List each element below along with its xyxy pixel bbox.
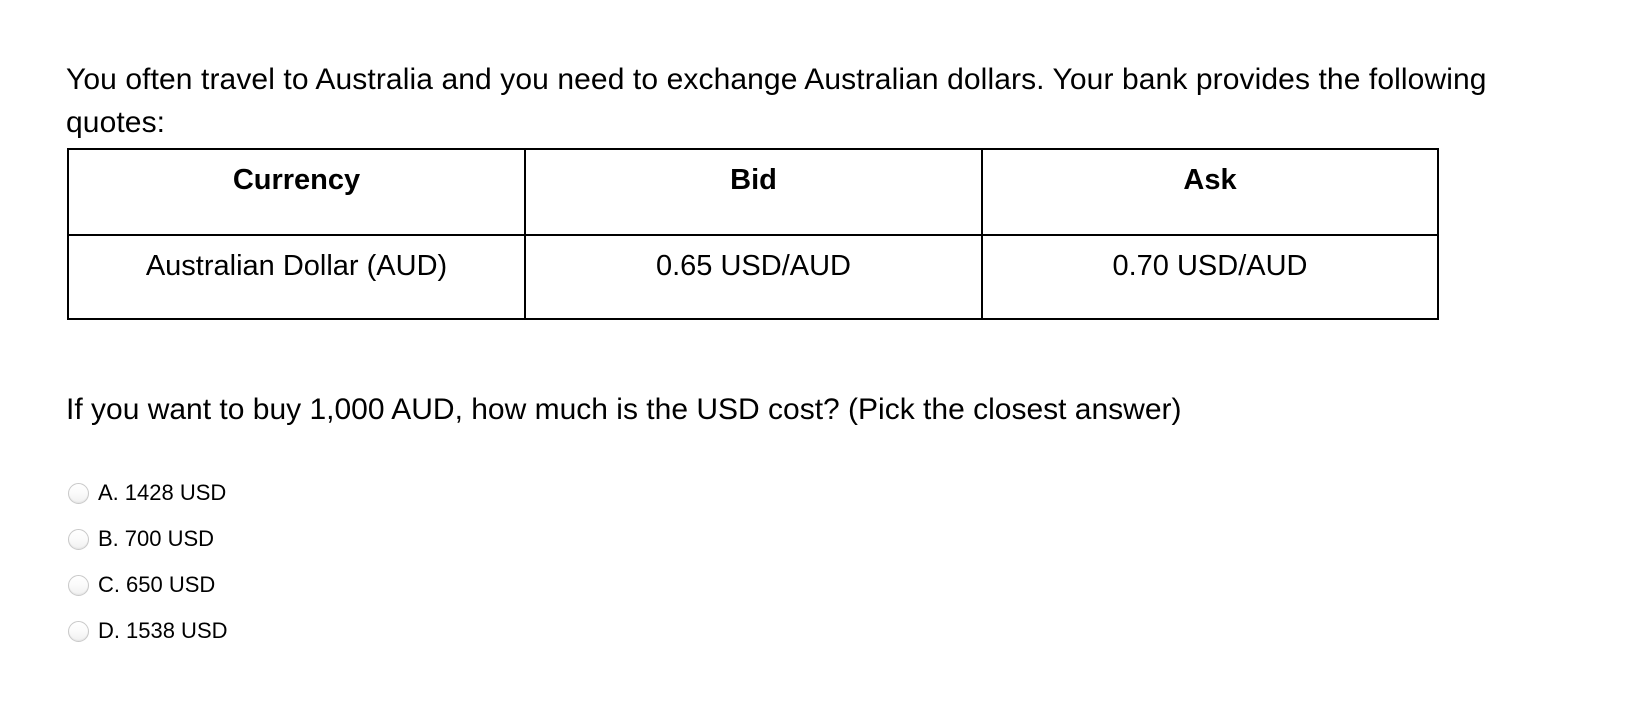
option-letter-d: D. xyxy=(98,618,120,643)
option-text-a: 1428 USD xyxy=(124,480,227,505)
option-letter-b: B. xyxy=(98,526,119,551)
radio-button-icon-b[interactable] xyxy=(68,528,89,550)
exchange-quotes-table: Currency Bid Ask Australian Dollar (AUD)… xyxy=(67,148,1439,320)
table-row: Australian Dollar (AUD) 0.65 USD/AUD 0.7… xyxy=(67,234,1439,320)
option-letter-a: A. xyxy=(98,480,119,505)
option-text-d: 1538 USD xyxy=(126,618,228,643)
option-a[interactable]: A. 1428 USD xyxy=(68,470,668,516)
table-header-row: Currency Bid Ask xyxy=(67,148,1439,236)
column-header-currency: Currency xyxy=(67,148,526,236)
option-b[interactable]: B. 700 USD xyxy=(68,516,668,562)
cell-bid: 0.65 USD/AUD xyxy=(524,234,983,320)
column-header-bid: Bid xyxy=(524,148,983,236)
radio-button-icon-c[interactable] xyxy=(68,574,89,596)
radio-button-icon-d[interactable] xyxy=(68,620,89,642)
intro-paragraph: You often travel to Australia and you ne… xyxy=(66,63,1487,139)
cell-ask: 0.70 USD/AUD xyxy=(981,234,1439,320)
question-text: If you want to buy 1,000 AUD, how much i… xyxy=(66,393,1182,426)
option-d[interactable]: D. 1538 USD xyxy=(68,608,668,654)
column-header-ask: Ask xyxy=(981,148,1439,236)
option-text-c: 650 USD xyxy=(126,572,216,597)
cell-currency: Australian Dollar (AUD) xyxy=(67,234,526,320)
option-c[interactable]: C. 650 USD xyxy=(68,562,668,608)
radio-button-icon-a[interactable] xyxy=(68,482,89,504)
option-text-b: 700 USD xyxy=(124,526,215,551)
answer-options-list: A. 1428 USD B. 700 USD C. 650 USD D. 153… xyxy=(68,470,668,654)
option-letter-c: C. xyxy=(98,572,120,597)
question-page: You often travel to Australia and you ne… xyxy=(0,0,1634,710)
